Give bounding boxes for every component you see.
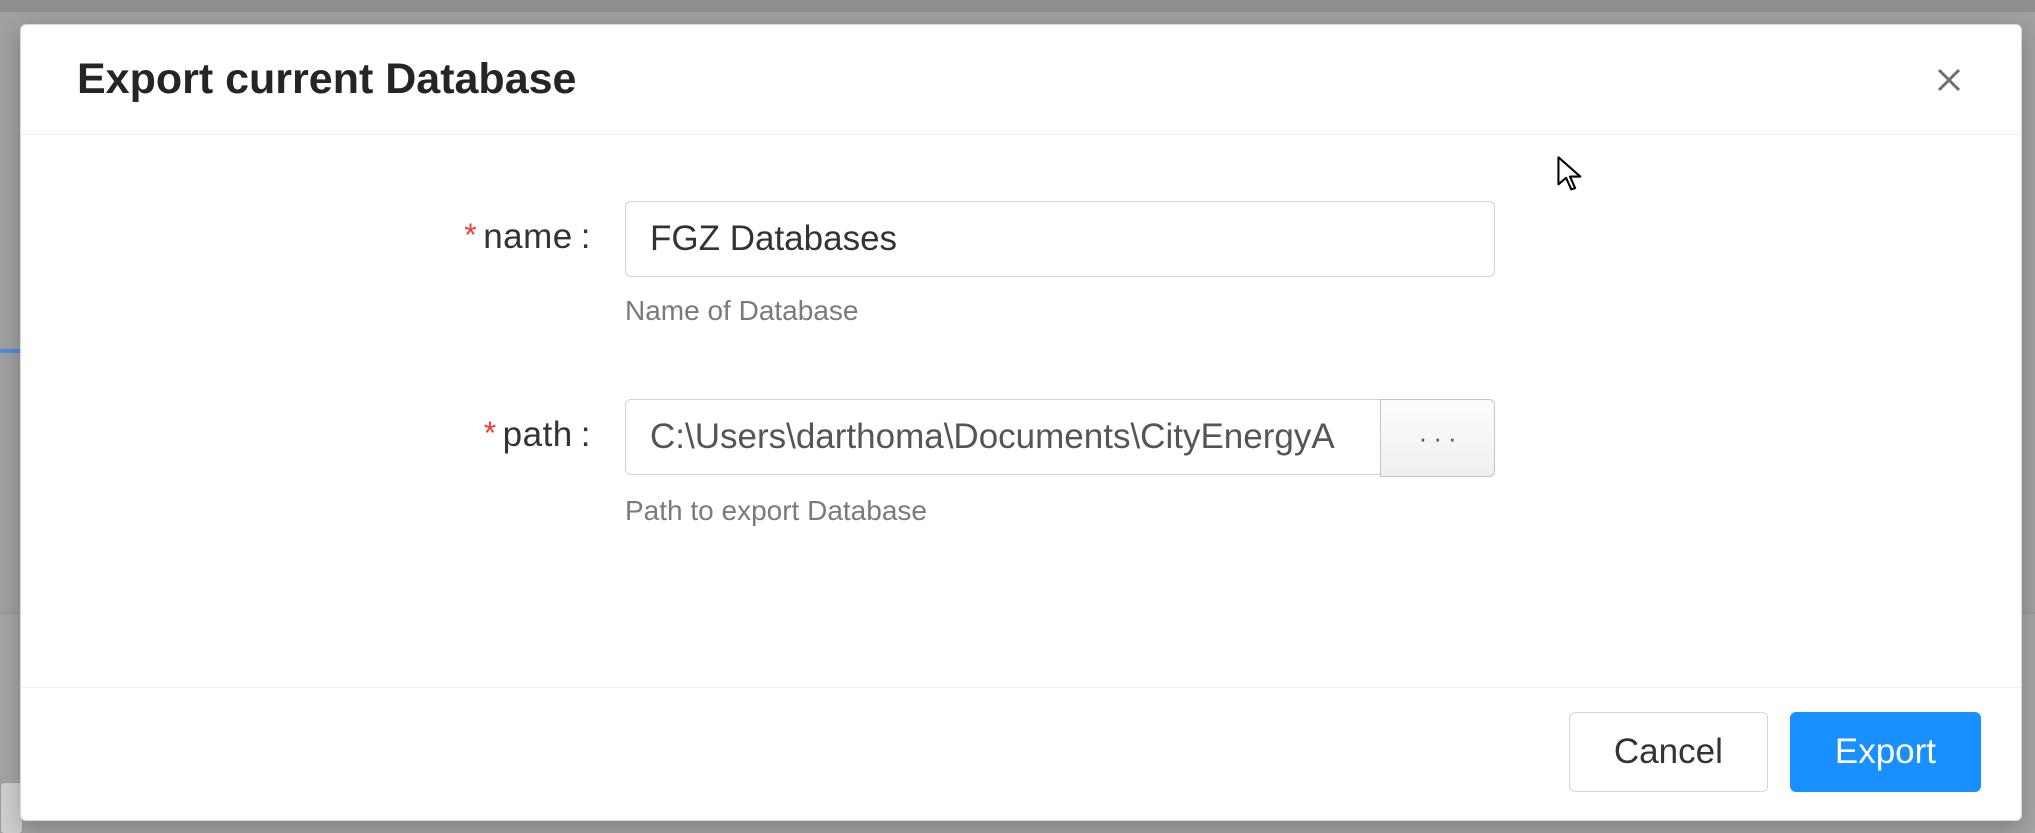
ellipsis-icon: ··· [1419,423,1463,454]
label-colon: : [581,415,591,454]
name-label: *name: [81,201,625,257]
modal-body: *name: Name of Database *path: ··· Path … [21,135,2021,688]
path-input[interactable] [625,399,1380,475]
cancel-button[interactable]: Cancel [1569,712,1768,792]
export-button[interactable]: Export [1790,712,1981,792]
form-row-name: *name: Name of Database [81,201,1961,327]
path-label: *path: [81,399,625,455]
path-field-cell: ··· Path to export Database [625,399,1495,527]
path-input-group: ··· [625,399,1495,477]
modal-header: Export current Database [21,25,2021,135]
close-icon [1934,65,1964,95]
path-label-text: path [503,415,573,454]
name-helper-text: Name of Database [625,295,1495,327]
name-field-cell: Name of Database [625,201,1495,327]
name-input[interactable] [625,201,1495,277]
close-button[interactable] [1925,56,1973,104]
required-asterisk-icon: * [484,415,497,451]
modal-title: Export current Database [77,55,576,104]
label-colon: : [581,217,591,256]
export-database-modal: Export current Database *name: Name of D… [20,24,2022,821]
background-toolbar [0,0,2035,12]
form-row-path: *path: ··· Path to export Database [81,399,1961,527]
browse-button[interactable]: ··· [1380,399,1495,477]
required-asterisk-icon: * [464,217,477,253]
name-label-text: name [483,217,573,256]
modal-footer: Cancel Export [21,688,2021,820]
path-helper-text: Path to export Database [625,495,1495,527]
